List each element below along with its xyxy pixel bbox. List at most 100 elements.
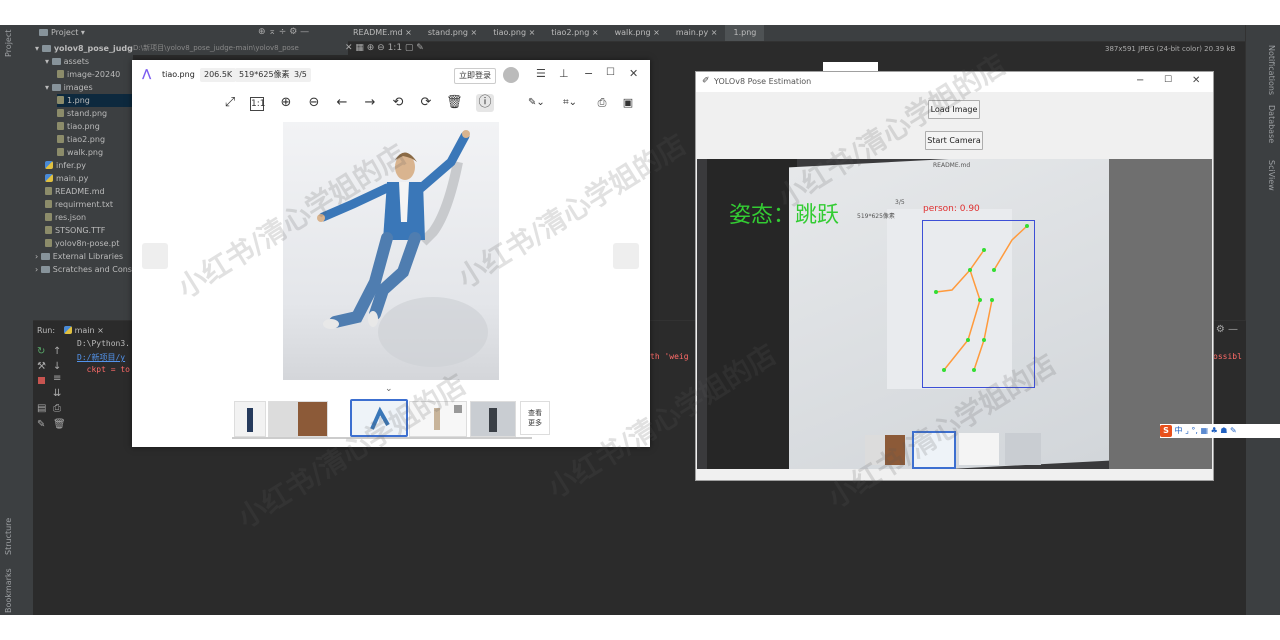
bookmarks-tool-label[interactable]: Bookmarks (4, 568, 13, 613)
load-image-button[interactable]: Load Image (928, 100, 980, 119)
run-settings-icon[interactable]: ⚙ — (1216, 324, 1238, 335)
tree-item-label: tiao2.png (67, 135, 106, 144)
sciview-tool-label[interactable]: SciView (1267, 160, 1276, 191)
down-arrow-icon[interactable]: ↓ (53, 360, 61, 374)
tree-item[interactable]: main.py (45, 172, 133, 185)
image-toolbar-icons[interactable]: ✕ ▦ ⊕ ⊖ 1:1 ▢ ✎ (345, 43, 424, 53)
run-config-tab[interactable]: main (75, 326, 95, 335)
tree-item[interactable]: stand.png (57, 107, 133, 120)
file-icon (57, 148, 64, 156)
jumping-woman-figure (317, 130, 488, 367)
close-icon[interactable]: ✕ (629, 67, 638, 80)
rerun-icon[interactable]: ↻ (37, 345, 45, 359)
tree-item-label: image-20240 (67, 70, 121, 79)
wrench-icon[interactable]: ⚒ (37, 360, 46, 374)
thumbnail-5[interactable] (470, 401, 516, 437)
jumping-woman-photo (283, 122, 499, 380)
project-tool-label[interactable]: Project (4, 30, 13, 57)
tree-item[interactable]: res.json (45, 211, 133, 224)
delete-icon[interactable]: 🗑 (446, 95, 463, 111)
tree-item[interactable]: README.md (45, 185, 133, 198)
rotate-right-icon[interactable]: ⟳ (418, 95, 434, 111)
pose-label: 姿态：跳跃 (729, 203, 840, 228)
minimize-icon[interactable]: − (1136, 75, 1144, 86)
prev-arrow-icon[interactable]: ← (334, 95, 350, 111)
scroll-end-icon[interactable]: ⇊ (53, 388, 61, 399)
minimize-icon[interactable]: − (584, 67, 593, 80)
layout-icon[interactable]: ▤ (37, 403, 46, 414)
zoom-in-icon[interactable]: ⊕ (278, 95, 294, 111)
tree-item[interactable]: infer.py (45, 159, 133, 172)
tree-item[interactable]: tiao.png (57, 120, 133, 133)
left-tool-strip: Project Structure Bookmarks (0, 25, 34, 615)
tree-item[interactable]: ▾ assets (45, 55, 133, 68)
actual-size-icon[interactable]: 1:1 (250, 97, 265, 111)
next-image-button[interactable] (613, 243, 639, 269)
tab-tiao2[interactable]: tiao2.png × (543, 25, 606, 41)
zoom-out-icon[interactable]: ⊖ (306, 95, 322, 111)
more-thumbnails-button[interactable]: 查看 更多 (520, 401, 550, 435)
thumbnail-3-selected[interactable] (350, 399, 408, 437)
thumbnail-4[interactable] (409, 401, 467, 437)
tree-item[interactable]: STSONG.TTF (45, 224, 133, 237)
notifications-tool-label[interactable]: Notifications (1267, 45, 1276, 95)
sogou-logo-icon: S (1160, 425, 1172, 437)
tree-item-label: STSONG.TTF (55, 226, 106, 235)
save-icon[interactable]: ▣ (620, 95, 636, 111)
tree-item[interactable]: image-20240 (57, 68, 133, 81)
tree-item[interactable]: yolov8n-pose.pt (45, 237, 133, 250)
thumb-scrollbar[interactable] (232, 437, 532, 439)
pin-icon[interactable]: ✎ (37, 419, 45, 430)
tree-item[interactable]: 1.png (57, 94, 133, 107)
next-arrow-icon[interactable]: → (362, 95, 378, 111)
folder-icon (41, 45, 51, 52)
maximize-icon[interactable]: ☐ (1164, 75, 1172, 85)
expand-thumbs-icon[interactable]: ⌄ (385, 384, 393, 394)
login-button[interactable]: 立即登录 (454, 68, 496, 84)
captured-tab-label: README.md (933, 162, 971, 169)
tab-1png[interactable]: 1.png (725, 25, 765, 41)
tab-readme[interactable]: README.md × (345, 25, 420, 41)
tree-item[interactable]: › External Libraries (35, 250, 133, 263)
maximize-icon[interactable]: ☐ (606, 67, 615, 78)
tab-main[interactable]: main.py × (668, 25, 726, 41)
console-line-2[interactable]: D:/新项目/y (77, 352, 125, 363)
stop-icon[interactable] (38, 377, 45, 384)
tab-stand[interactable]: stand.png × (420, 25, 485, 41)
tree-item[interactable]: ▾ images (45, 81, 133, 94)
close-icon[interactable]: ✕ (1192, 75, 1200, 86)
tree-item[interactable]: requirment.txt (45, 198, 133, 211)
editor-tab-bar: Project ▾ ⊕ ⌅ ÷ ⚙ — README.md × stand.pn… (33, 25, 1280, 42)
menu-icon[interactable]: ☰ (536, 67, 546, 80)
library-icon (40, 266, 50, 273)
avatar[interactable] (503, 67, 519, 83)
thumbnail-2[interactable] (268, 401, 328, 437)
wrap-icon[interactable]: ≡ (53, 373, 61, 384)
python-file-icon (45, 161, 53, 169)
edit-icon[interactable]: ✎⌄ (528, 95, 545, 111)
database-tool-label[interactable]: Database (1267, 105, 1276, 143)
thumbnail-1[interactable] (234, 401, 266, 437)
fullscreen-icon[interactable]: ⤢ (222, 95, 238, 111)
ime-toolbar[interactable]: S 中 ⌟ °, ▦ ♣ ☗ ✎ (1160, 424, 1280, 438)
info-icon[interactable]: ⓘ (476, 94, 494, 112)
start-camera-button[interactable]: Start Camera (925, 131, 983, 150)
tab-walk[interactable]: walk.png × (607, 25, 668, 41)
tab-tiao[interactable]: tiao.png × (485, 25, 543, 41)
project-header[interactable]: Project ▾ (39, 28, 85, 37)
trash-icon[interactable]: 🗑 (53, 419, 66, 430)
tree-item[interactable]: walk.png (57, 146, 133, 159)
tree-item-label: assets (63, 57, 90, 66)
tool-icons[interactable]: ⊕ ⌅ ÷ ⚙ — (258, 27, 309, 37)
pin-icon[interactable]: ⊥ (559, 67, 569, 80)
up-arrow-icon[interactable]: ↑ (53, 345, 61, 359)
print-icon[interactable]: ⎙ (53, 403, 61, 414)
python-icon (63, 326, 72, 334)
prev-image-button[interactable] (142, 243, 168, 269)
tree-item[interactable]: tiao2.png (57, 133, 133, 146)
crop-icon[interactable]: ⌗⌄ (562, 95, 578, 111)
rotate-left-icon[interactable]: ⟲ (390, 95, 406, 111)
structure-tool-label[interactable]: Structure (4, 518, 13, 555)
print-icon[interactable]: ⎙ (594, 95, 610, 111)
tree-item[interactable]: › Scratches and Cons (35, 263, 133, 276)
